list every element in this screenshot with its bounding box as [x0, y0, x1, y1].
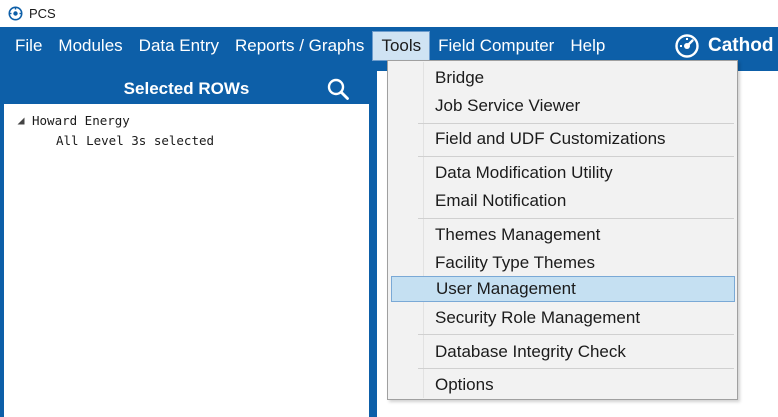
- menu-separator: [418, 334, 734, 335]
- gauge-icon: [675, 34, 699, 58]
- panel-title: Selected ROWs: [123, 78, 250, 98]
- menu-separator: [418, 218, 734, 219]
- window-title: PCS: [29, 6, 56, 21]
- menu-tools[interactable]: Tools: [372, 31, 431, 61]
- menu-help[interactable]: Help: [562, 31, 613, 61]
- menu-data-entry[interactable]: Data Entry: [131, 31, 227, 61]
- menu-field-computer[interactable]: Field Computer: [430, 31, 562, 61]
- menu-separator: [418, 368, 734, 369]
- menu-item-email-notification[interactable]: Email Notification: [391, 188, 735, 214]
- expand-triangle-icon[interactable]: [16, 116, 26, 126]
- menu-item-themes-management[interactable]: Themes Management: [391, 222, 735, 248]
- tree-node-root[interactable]: Howard Energy: [16, 113, 130, 128]
- search-icon: [327, 78, 349, 100]
- menu-separator: [418, 156, 734, 157]
- title-bar: PCS: [0, 0, 778, 27]
- menu-item-options[interactable]: Options: [391, 372, 735, 398]
- selected-rows-panel: Selected ROWs Howard Energy All Level 3s…: [0, 65, 377, 417]
- menu-item-user-management[interactable]: User Management: [391, 276, 735, 302]
- menu-item-data-modification-utility[interactable]: Data Modification Utility: [391, 160, 735, 186]
- menu-item-job-service-viewer[interactable]: Job Service Viewer: [391, 93, 735, 119]
- brand-label: Cathod: [708, 35, 774, 56]
- search-button[interactable]: [322, 71, 354, 106]
- menu-file[interactable]: File: [7, 31, 50, 61]
- menu-item-security-role-management[interactable]: Security Role Management: [391, 305, 735, 331]
- menu-item-database-integrity-check[interactable]: Database Integrity Check: [391, 339, 735, 365]
- menu-reports-graphs[interactable]: Reports / Graphs: [227, 31, 372, 61]
- menu-separator: [418, 123, 734, 124]
- app-icon: [7, 6, 23, 22]
- menu-item-facility-type-themes[interactable]: Facility Type Themes: [391, 250, 735, 276]
- menu-item-field-udf-customizations[interactable]: Field and UDF Customizations: [391, 126, 735, 152]
- menu-item-bridge[interactable]: Bridge: [391, 65, 735, 91]
- tree-node-child[interactable]: All Level 3s selected: [56, 133, 214, 148]
- tree-root-label: Howard Energy: [32, 113, 130, 128]
- tools-dropdown-menu: Bridge Job Service Viewer Field and UDF …: [387, 60, 738, 400]
- menu-modules[interactable]: Modules: [50, 31, 130, 61]
- row-tree: Howard Energy All Level 3s selected: [4, 104, 369, 417]
